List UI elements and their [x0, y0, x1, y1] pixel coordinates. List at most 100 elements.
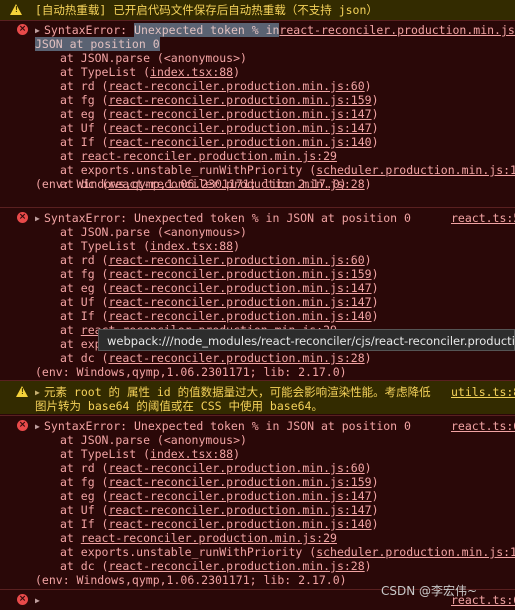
- expand-triangle-icon[interactable]: ▶: [35, 212, 40, 226]
- stack-frame-text: at Uf (: [60, 503, 109, 517]
- stack-frame-link[interactable]: index.tsx:88: [150, 239, 233, 253]
- stack-frame-link[interactable]: react-reconciler.production.min.js:140: [108, 309, 371, 323]
- stack-frame: at JSON.parse (<anonymous>): [60, 51, 247, 65]
- error-3-message[interactable]: SyntaxError: Unexpected token % in JSON …: [44, 419, 411, 433]
- stack-frame-text: at exports.unstable_runWithPriority (: [60, 545, 317, 559]
- stack-frame[interactable]: at If (react-reconciler.production.min.j…: [60, 309, 379, 323]
- stack-frame-link[interactable]: scheduler.production.min.js:19: [316, 545, 515, 559]
- stack-frame[interactable]: at eg (react-reconciler.production.min.j…: [60, 107, 379, 121]
- expand-triangle-icon[interactable]: ▶: [35, 386, 40, 400]
- stack-frame-text: at JSON.parse (<anonymous>): [60, 433, 247, 447]
- stack-frame[interactable]: at rd (react-reconciler.production.min.j…: [60, 461, 372, 475]
- stack-frame-link[interactable]: react-reconciler.production.min.js:159: [108, 267, 371, 281]
- stack-frame-link[interactable]: index.tsx:88: [150, 65, 233, 79]
- warning-icon: [16, 386, 28, 397]
- stack-frame-link[interactable]: react-reconciler.production.min.js:147: [108, 295, 371, 309]
- stack-frame-link[interactable]: react-reconciler.production.min.js:147: [108, 121, 371, 135]
- stack-frame-text: at JSON.parse (<anonymous>): [60, 51, 247, 65]
- stack-frame-link[interactable]: react-reconciler.production.min.js:60: [108, 79, 364, 93]
- stack-frame[interactable]: at rd (react-reconciler.production.min.j…: [60, 79, 372, 93]
- stack-frame[interactable]: at react-reconciler.production.min.js:29: [60, 531, 337, 545]
- stack-frame[interactable]: at fg (react-reconciler.production.min.j…: [60, 475, 379, 489]
- stack-frame[interactable]: at rd (react-reconciler.production.min.j…: [60, 253, 372, 267]
- error-2-message[interactable]: SyntaxError: Unexpected token % in JSON …: [44, 211, 411, 225]
- stack-frame[interactable]: at dc (react-reconciler.production.min.j…: [60, 559, 372, 573]
- stack-frame-text: at TypeList (: [60, 239, 151, 253]
- stack-frame-link[interactable]: react-reconciler.production.min.js:140: [108, 135, 371, 149]
- stack-frame-suffix: ): [371, 93, 379, 107]
- stack-frame-suffix: ): [364, 351, 372, 365]
- stack-frame-link[interactable]: react-reconciler.production.min.js:159: [108, 475, 371, 489]
- stack-frame-link[interactable]: react-reconciler.production.min.js:147: [108, 107, 371, 121]
- stack-frame-link[interactable]: react-reconciler.production.min.js:29: [81, 149, 337, 163]
- stack-frame-text: at: [60, 531, 81, 545]
- stack-frame[interactable]: at Uf (react-reconciler.production.min.j…: [60, 121, 379, 135]
- separator: [0, 207, 515, 208]
- error-icon: ×: [17, 24, 28, 35]
- hot-reload-warning-text: [自动热重载] 已开启代码文件保存后自动热重载（不支持 json）: [35, 3, 378, 17]
- stack-frame-suffix: ): [233, 65, 241, 79]
- stack-frame[interactable]: at Uf (react-reconciler.production.min.j…: [60, 503, 379, 517]
- stack-frame[interactable]: at If (react-reconciler.production.min.j…: [60, 517, 379, 531]
- stack-frame-link[interactable]: react-reconciler.production.min.js:147: [108, 489, 371, 503]
- stack-frame[interactable]: at TypeList (index.tsx:88): [60, 65, 240, 79]
- performance-warning-line1: 元素 root 的 属性 id 的值数据量过大，可能会影响渲染性能。考虑降低: [44, 385, 431, 399]
- stack-frame[interactable]: at exports.unstable_runWithPriority (sch…: [60, 545, 515, 559]
- stack-frame-link[interactable]: react-reconciler.production.min.js:147: [108, 503, 371, 517]
- stack-frame-text: at If (: [60, 309, 109, 323]
- stack-frame-suffix: ): [371, 475, 379, 489]
- stack-frame-link[interactable]: react-reconciler.production.min.js:28: [108, 351, 364, 365]
- stack-frame[interactable]: at fg (react-reconciler.production.min.j…: [60, 267, 379, 281]
- stack-frame-text: at eg (: [60, 107, 109, 121]
- stack-frame-suffix: ): [364, 253, 372, 267]
- error-1-message-line2: JSON at position 0: [35, 37, 160, 51]
- stack-frame-link[interactable]: react-reconciler.production.min.js:159: [108, 93, 371, 107]
- stack-frame[interactable]: at eg (react-reconciler.production.min.j…: [60, 489, 379, 503]
- stack-frame[interactable]: at Uf (react-reconciler.production.min.j…: [60, 295, 379, 309]
- error-1-message[interactable]: SyntaxError: Unexpected token % inreact-…: [44, 23, 515, 37]
- stack-frame-suffix: ): [233, 447, 241, 461]
- stack-frame[interactable]: at react-reconciler.production.min.js:29: [60, 149, 337, 163]
- stack-frame-link[interactable]: index.tsx:88: [150, 447, 233, 461]
- stack-frame[interactable]: at TypeList (index.tsx:88): [60, 239, 240, 253]
- performance-warning-source-link[interactable]: utils.ts:8: [451, 385, 515, 399]
- stack-frame-text: at rd (: [60, 253, 109, 267]
- stack-frame-text: at Uf (: [60, 295, 109, 309]
- stack-frame-suffix: ): [371, 267, 379, 281]
- stack-frame-link[interactable]: react-reconciler.production.min.js:140: [108, 517, 371, 531]
- warning-icon: [10, 4, 22, 15]
- performance-warning[interactable]: ▶ 元素 root 的 属性 id 的值数据量过大，可能会影响渲染性能。考虑降低…: [0, 381, 515, 414]
- separator: [0, 415, 515, 416]
- performance-warning-line2: 图片转为 base64 的阈值或在 CSS 中使用 base64。: [35, 399, 323, 413]
- watermark: CSDN @李宏伟~: [381, 584, 478, 598]
- error-1-source-link[interactable]: react-reconciler.production.min.js:11: [279, 23, 515, 37]
- stack-frame-link[interactable]: react-reconciler.production.min.js:29: [81, 531, 337, 545]
- stack-frame[interactable]: at dc (react-reconciler.production.min.j…: [60, 351, 372, 365]
- stack-frame[interactable]: at If (react-reconciler.production.min.j…: [60, 135, 379, 149]
- error-2-env: (env: Windows,qymp,1.06.2301171; lib: 2.…: [35, 365, 347, 379]
- stack-frame[interactable]: at eg (react-reconciler.production.min.j…: [60, 281, 379, 295]
- stack-frame-suffix: ): [233, 239, 241, 253]
- error-2-source-link[interactable]: react.ts:5: [451, 211, 515, 225]
- stack-frame[interactable]: at fg (react-reconciler.production.min.j…: [60, 93, 379, 107]
- stack-frame[interactable]: at TypeList (index.tsx:88): [60, 447, 240, 461]
- separator: [0, 20, 515, 21]
- stack-frame-text: at: [60, 323, 81, 337]
- stack-frame-text: at rd (: [60, 461, 109, 475]
- expand-triangle-icon[interactable]: ▶: [35, 24, 40, 38]
- stack-frame: at JSON.parse (<anonymous>): [60, 433, 247, 447]
- stack-frame-link[interactable]: react-reconciler.production.min.js:147: [108, 281, 371, 295]
- stack-frame-link[interactable]: react-reconciler.production.min.js:60: [108, 253, 364, 267]
- stack-frame-text: at rd (: [60, 79, 109, 93]
- stack-frame-suffix: ): [371, 107, 379, 121]
- hot-reload-warning: [自动热重载] 已开启代码文件保存后自动热重载（不支持 json）: [0, 0, 515, 20]
- expand-triangle-icon[interactable]: ▶: [35, 594, 40, 608]
- expand-triangle-icon[interactable]: ▶: [35, 420, 40, 434]
- stack-frame-link[interactable]: react-reconciler.production.min.js:60: [108, 461, 364, 475]
- error-3-source-link[interactable]: react.ts:6: [451, 419, 515, 433]
- stack-frame-suffix: ): [371, 295, 379, 309]
- stack-frame-link[interactable]: scheduler.production.min.js:19: [316, 163, 515, 177]
- error-icon: ×: [17, 594, 28, 605]
- stack-frame-link[interactable]: react-reconciler.production.min.js:28: [108, 559, 364, 573]
- stack-frame[interactable]: at exports.unstable_runWithPriority (sch…: [60, 163, 515, 177]
